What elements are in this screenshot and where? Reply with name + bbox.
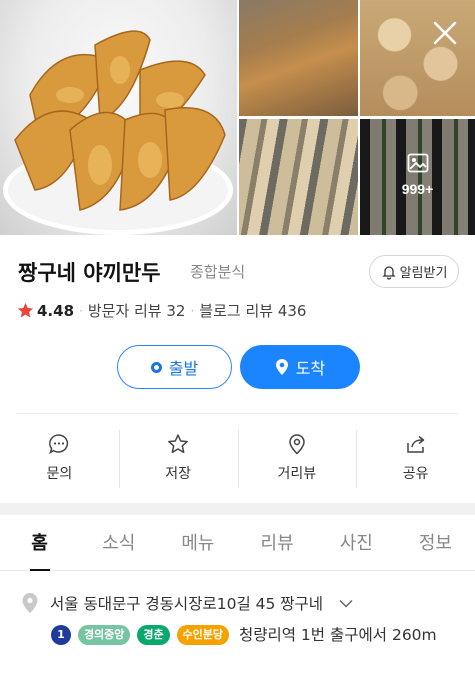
start-label: 출발	[168, 359, 199, 378]
arrive-label: 도착	[295, 359, 326, 378]
bell-icon	[382, 265, 396, 280]
separator-dot: ·	[79, 303, 83, 318]
star-rating-icon	[17, 302, 34, 318]
alarm-label: 알림받기	[399, 266, 448, 281]
section-divider	[0, 503, 475, 515]
separator-dot: ·	[190, 303, 195, 318]
chevron-down-icon[interactable]	[339, 599, 353, 608]
main-photo[interactable]	[0, 0, 237, 235]
save-label: 저장	[165, 466, 191, 482]
subway-line-suin-badge: 수인분당	[176, 624, 230, 645]
location-pin-icon	[289, 434, 305, 455]
share-icon	[406, 435, 424, 453]
photo-count: 999+	[401, 181, 434, 197]
subway-directions: 1 경의중앙 경춘 수인분당 청량리역 1번 출구에서 260m	[51, 622, 469, 647]
share-button[interactable]: 공유	[356, 414, 475, 502]
photo-thumbnail[interactable]	[239, 119, 358, 235]
place-name: 짱구네 야끼만두	[18, 261, 161, 285]
tab-photo[interactable]: 사진	[317, 515, 396, 570]
inquiry-label: 문의	[46, 466, 73, 482]
alarm-button[interactable]: 알림받기	[369, 255, 459, 288]
start-point-icon	[150, 361, 162, 373]
subway-line-gyeongui-badge: 경의중앙	[77, 624, 131, 645]
close-icon[interactable]	[428, 16, 462, 50]
tab-news[interactable]: 소식	[79, 515, 158, 570]
save-button[interactable]: 저장	[118, 414, 238, 502]
inquiry-button[interactable]: 문의	[0, 414, 119, 502]
photo-more-thumbnail[interactable]: 999+	[360, 119, 475, 235]
start-button[interactable]: 출발	[117, 345, 232, 389]
tab-menu[interactable]: 메뉴	[158, 515, 237, 570]
address-row[interactable]: 서울 동대문구 경동시장로10길 45 짱구네	[20, 592, 465, 614]
photo-thumbnail[interactable]	[239, 0, 358, 116]
dumpling-illustration	[3, 30, 233, 235]
place-category: 종합분식	[190, 263, 246, 281]
star-icon	[168, 434, 189, 454]
share-label: 공유	[402, 466, 429, 482]
location-pin-icon	[22, 593, 38, 613]
tab-review[interactable]: 리뷰	[238, 515, 317, 570]
streetview-label: 거리뷰	[277, 466, 317, 482]
visitor-review-link[interactable]: 방문자 리뷰 32	[88, 300, 186, 321]
image-icon	[407, 153, 428, 173]
rating-summary: 4.48 · 방문자 리뷰 32 · 블로그 리뷰 436	[17, 300, 306, 321]
location-pin-icon	[275, 359, 288, 375]
photo-gallery[interactable]: 999+	[0, 0, 475, 235]
arrive-button[interactable]: 도착	[240, 345, 360, 389]
rating-score: 4.48	[37, 301, 75, 320]
place-header: 짱구네 야끼만두 종합분식 알림받기	[18, 255, 459, 289]
tab-home[interactable]: 홈	[0, 515, 79, 571]
tab-bar: 홈 소식 메뉴 리뷰 사진 정보	[0, 515, 475, 571]
streetview-button[interactable]: 거리뷰	[237, 414, 357, 502]
subway-line-1-badge: 1	[51, 624, 71, 645]
subway-line-gyeongchun-badge: 경춘	[137, 624, 170, 645]
route-actions: 출발 도착	[117, 345, 360, 389]
chat-icon	[49, 434, 69, 455]
directions-text: 청량리역 1번 출구에서 260m	[238, 625, 437, 644]
blog-review-link[interactable]: 블로그 리뷰 436	[199, 300, 306, 321]
tab-info[interactable]: 정보	[396, 515, 475, 570]
quick-actions: 문의 저장 거리뷰 공유	[0, 414, 475, 502]
address-text: 서울 동대문구 경동시장로10길 45 짱구네	[50, 595, 324, 613]
